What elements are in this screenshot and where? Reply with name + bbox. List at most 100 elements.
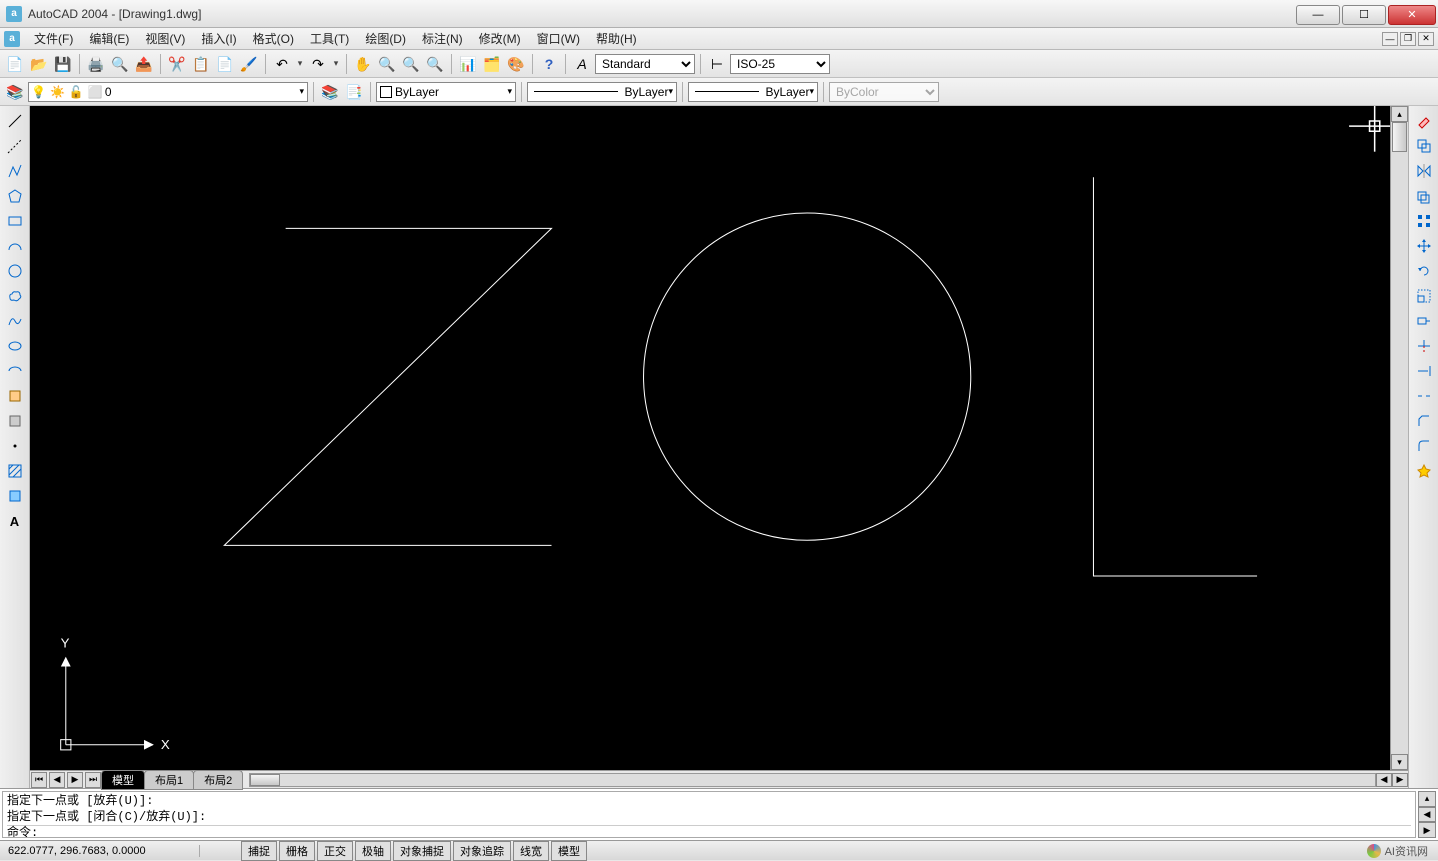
ellipse-arc-button[interactable] xyxy=(4,360,26,382)
menu-edit[interactable]: 编辑(E) xyxy=(81,28,137,49)
scroll-down-button[interactable]: ▾ xyxy=(1391,754,1408,770)
minimize-button[interactable]: — xyxy=(1296,5,1340,25)
menu-format[interactable]: 格式(O) xyxy=(245,28,302,49)
vertical-scrollbar[interactable]: ▴ ▾ xyxy=(1390,106,1408,770)
move-button[interactable] xyxy=(1413,235,1435,257)
paste-button[interactable]: 📄 xyxy=(214,53,236,75)
command-history[interactable]: 指定下一点或 [放弃(U)]: 指定下一点或 [闭合(C)/放弃(U)]: 命令… xyxy=(2,791,1416,838)
break-button[interactable] xyxy=(1413,385,1435,407)
scroll-up-button[interactable]: ▴ xyxy=(1391,106,1408,122)
offset-button[interactable] xyxy=(1413,185,1435,207)
cmd-scroll-left[interactable]: ◀ xyxy=(1418,807,1436,823)
fillet-button[interactable] xyxy=(1413,435,1435,457)
polyline-button[interactable] xyxy=(4,160,26,182)
tab-model[interactable]: 模型 xyxy=(101,770,145,790)
menu-dimension[interactable]: 标注(N) xyxy=(414,28,471,49)
dim-style-button[interactable]: ⊢ xyxy=(706,53,728,75)
hscroll-right-button[interactable]: ▶ xyxy=(1392,773,1408,787)
zoom-previous-button[interactable]: 🔍 xyxy=(424,53,446,75)
doc-icon[interactable]: a xyxy=(4,31,20,47)
hatch-button[interactable] xyxy=(4,460,26,482)
pan-button[interactable]: ✋ xyxy=(352,53,374,75)
menu-modify[interactable]: 修改(M) xyxy=(471,28,529,49)
print-button[interactable]: 🖨️ xyxy=(85,53,107,75)
tabs-prev-button[interactable]: ◀ xyxy=(49,772,65,788)
redo-button[interactable]: ↷ xyxy=(307,53,329,75)
insert-block-button[interactable] xyxy=(4,385,26,407)
tabs-last-button[interactable]: ⏭ xyxy=(85,772,101,788)
undo-dropdown[interactable]: ▾ xyxy=(295,53,305,75)
hscroll-thumb[interactable] xyxy=(250,774,280,786)
array-button[interactable] xyxy=(1413,210,1435,232)
dim-style-select[interactable]: ISO-25 xyxy=(730,54,830,74)
lineweight-combo[interactable]: ByLayer ▾ xyxy=(688,82,818,102)
design-center-button[interactable]: 🗂️ xyxy=(481,53,503,75)
chamfer-button[interactable] xyxy=(1413,410,1435,432)
revcloud-button[interactable] xyxy=(4,285,26,307)
tool-palettes-button[interactable]: 🎨 xyxy=(505,53,527,75)
text-button[interactable]: A xyxy=(4,510,26,532)
polygon-button[interactable] xyxy=(4,185,26,207)
ellipse-button[interactable] xyxy=(4,335,26,357)
linetype-combo[interactable]: ByLayer ▾ xyxy=(527,82,677,102)
spline-button[interactable] xyxy=(4,310,26,332)
print-preview-button[interactable]: 🔍 xyxy=(109,53,131,75)
extend-button[interactable] xyxy=(1413,360,1435,382)
osnap-toggle[interactable]: 对象捕捉 xyxy=(393,841,451,861)
make-block-button[interactable] xyxy=(4,410,26,432)
menu-insert[interactable]: 插入(I) xyxy=(193,28,244,49)
cut-button[interactable]: ✂️ xyxy=(166,53,188,75)
scale-button[interactable] xyxy=(1413,285,1435,307)
mdi-restore-button[interactable]: ❐ xyxy=(1400,32,1416,46)
hscroll-track[interactable] xyxy=(249,773,1376,787)
tabs-first-button[interactable]: ⏮ xyxy=(31,772,47,788)
arc-button[interactable] xyxy=(4,235,26,257)
grid-toggle[interactable]: 栅格 xyxy=(279,841,315,861)
copy-button[interactable]: 📋 xyxy=(190,53,212,75)
ortho-toggle[interactable]: 正交 xyxy=(317,841,353,861)
otrack-toggle[interactable]: 对象追踪 xyxy=(453,841,511,861)
layer-combo[interactable]: 💡 ☀️ 🔓 ⬜ 0 ▾ xyxy=(28,82,308,102)
new-button[interactable]: 📄 xyxy=(4,53,26,75)
explode-button[interactable] xyxy=(1413,460,1435,482)
zoom-realtime-button[interactable]: 🔍 xyxy=(376,53,398,75)
text-style-select[interactable]: Standard xyxy=(595,54,695,74)
match-properties-button[interactable]: 🖌️ xyxy=(238,53,260,75)
vscroll-track[interactable] xyxy=(1391,122,1408,754)
mdi-close-button[interactable]: ✕ xyxy=(1418,32,1434,46)
redo-dropdown[interactable]: ▾ xyxy=(331,53,341,75)
rotate-button[interactable] xyxy=(1413,260,1435,282)
copy-object-button[interactable] xyxy=(1413,135,1435,157)
snap-toggle[interactable]: 捕捉 xyxy=(241,841,277,861)
menu-file[interactable]: 文件(F) xyxy=(26,28,81,49)
mirror-button[interactable] xyxy=(1413,160,1435,182)
layer-manager-button[interactable]: 📚 xyxy=(4,81,26,103)
coordinates-display[interactable]: 622.0777, 296.7683, 0.0000 xyxy=(0,845,200,857)
layer-states-button[interactable]: 📑 xyxy=(343,81,365,103)
circle-button[interactable] xyxy=(4,260,26,282)
mdi-minimize-button[interactable]: — xyxy=(1382,32,1398,46)
tabs-next-button[interactable]: ▶ xyxy=(67,772,83,788)
color-combo[interactable]: ByLayer ▾ xyxy=(376,82,516,102)
hscroll-left-button[interactable]: ◀ xyxy=(1376,773,1392,787)
help-button[interactable]: ? xyxy=(538,53,560,75)
tab-layout2[interactable]: 布局2 xyxy=(193,770,243,790)
construction-line-button[interactable] xyxy=(4,135,26,157)
layer-previous-button[interactable]: 📚 xyxy=(319,81,341,103)
point-button[interactable] xyxy=(4,435,26,457)
zoom-window-button[interactable]: 🔍 xyxy=(400,53,422,75)
save-button[interactable]: 💾 xyxy=(52,53,74,75)
publish-button[interactable]: 📤 xyxy=(133,53,155,75)
line-button[interactable] xyxy=(4,110,26,132)
rectangle-button[interactable] xyxy=(4,210,26,232)
vscroll-thumb[interactable] xyxy=(1392,122,1407,152)
region-button[interactable] xyxy=(4,485,26,507)
tab-layout1[interactable]: 布局1 xyxy=(144,770,194,790)
menu-draw[interactable]: 绘图(D) xyxy=(357,28,414,49)
stretch-button[interactable] xyxy=(1413,310,1435,332)
close-button[interactable]: ✕ xyxy=(1388,5,1436,25)
undo-button[interactable]: ↶ xyxy=(271,53,293,75)
open-button[interactable]: 📂 xyxy=(28,53,50,75)
maximize-button[interactable]: ☐ xyxy=(1342,5,1386,25)
trim-button[interactable] xyxy=(1413,335,1435,357)
